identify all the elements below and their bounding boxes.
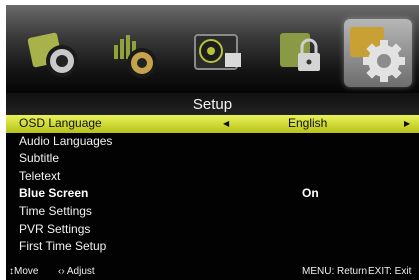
menu-item-label: Teletext [19, 168, 61, 183]
lock-icon[interactable] [272, 23, 332, 83]
menu-item-label: OSD Language [19, 116, 102, 130]
arrow-right-icon[interactable]: ▶ [404, 115, 410, 133]
footer-hints: ↕Move ‹› Adjust MENU: Return EXIT: Exit [6, 263, 419, 280]
menu-item-label: PVR Settings [19, 221, 91, 236]
menu-item-time-settings[interactable]: Time Settings [6, 203, 419, 221]
menu-item-label: Blue Screen [19, 186, 89, 201]
menu-item-value: English [288, 116, 328, 130]
menu-item-teletext[interactable]: Teletext [6, 168, 419, 186]
setup-menu-list: OSD Language ◀ English ▶ Audio Languages… [6, 115, 419, 256]
menu-item-osd-language[interactable]: OSD Language ◀ English ▶ [6, 115, 419, 133]
menu-return-hint: MENU: Return [302, 266, 368, 277]
menu-item-pvr-settings[interactable]: PVR Settings [6, 221, 419, 239]
setup-gear-icon[interactable] [344, 19, 412, 87]
exit-hint: EXIT: Exit [368, 266, 412, 277]
menu-item-label: Subtitle [19, 151, 60, 166]
menu-item-label: Time Settings [19, 203, 92, 218]
arrow-left-icon[interactable]: ◀ [223, 115, 229, 133]
menu-item-label: Audio Languages [19, 133, 113, 148]
menu-icon-bar [6, 5, 419, 93]
move-hint: ↕Move [9, 266, 39, 277]
page-title: Setup [6, 93, 419, 115]
menu-item-blue-screen[interactable]: Blue Screen On [6, 185, 419, 203]
menu-item-label: First Time Setup [19, 239, 107, 254]
menu-item-first-time-setup[interactable]: First Time Setup [6, 238, 419, 256]
adjust-hint: ‹› Adjust [58, 266, 95, 277]
picture-icon[interactable] [24, 23, 84, 83]
sound-icon[interactable] [106, 23, 166, 83]
tv-screen: Setup OSD Language ◀ English ▶ Audio Lan… [6, 5, 419, 280]
menu-item-subtitle[interactable]: Subtitle [6, 150, 419, 168]
channel-icon[interactable] [189, 23, 249, 83]
menu-item-audio-languages[interactable]: Audio Languages [6, 133, 419, 151]
menu-item-value: On [302, 186, 319, 201]
